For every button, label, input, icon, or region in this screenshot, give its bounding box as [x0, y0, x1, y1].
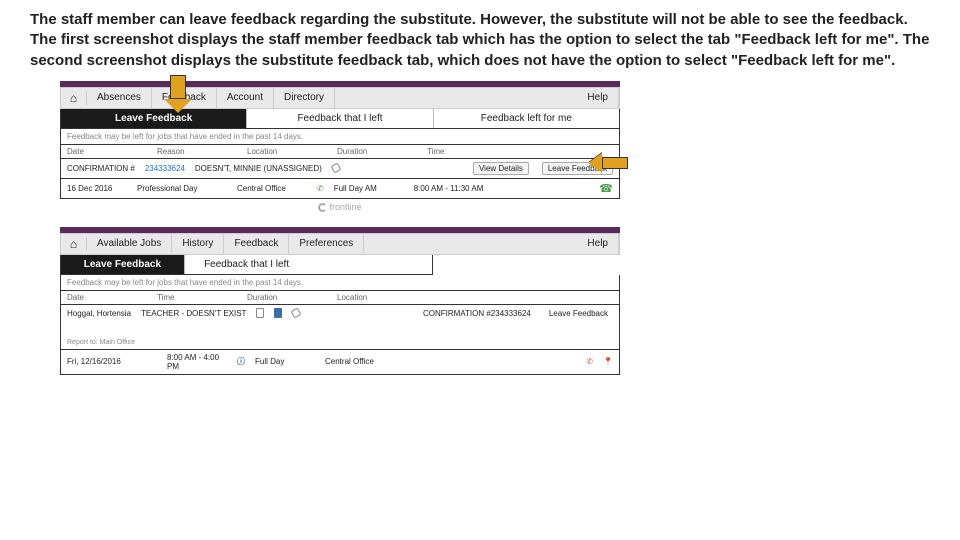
nav-preferences[interactable]: Preferences: [289, 233, 364, 255]
arrow-down-icon: [170, 75, 192, 113]
pin-icon[interactable]: 📍: [603, 357, 613, 366]
col-location: Location: [337, 293, 387, 302]
table-header: Date Time Duration Location: [60, 291, 620, 305]
col-date: Date: [67, 293, 117, 302]
table-row: CONFIRMATION # 234333624 DOESN'T, MINNIE…: [60, 159, 620, 179]
attachment-icon[interactable]: [330, 163, 341, 174]
note-icon[interactable]: [256, 308, 264, 318]
home-icon[interactable]: ⌂: [61, 91, 87, 105]
tab-feedback-i-left[interactable]: Feedback that I left: [185, 255, 309, 274]
col-location: Location: [247, 147, 297, 156]
top-nav: ⌂ Absences Feedback Account Directory He…: [60, 87, 620, 109]
tab-feedback-for-me[interactable]: Feedback left for me: [434, 109, 619, 128]
cell-duration: Full Day: [255, 357, 315, 366]
nav-feedback[interactable]: Feedback: [224, 233, 289, 255]
leave-feedback-button[interactable]: Leave Feedback: [544, 308, 613, 319]
feedback-tabs: Leave Feedback Feedback that I left: [60, 255, 433, 275]
substitute-name: DOESN'T, MINNIE (UNASSIGNED): [195, 164, 322, 173]
tab-leave-feedback[interactable]: Leave Feedback: [61, 109, 247, 128]
confirmation-number[interactable]: 234333624: [145, 164, 185, 173]
description-text: The staff member can leave feedback rega…: [30, 10, 930, 71]
footer-logo: frontline: [60, 199, 620, 215]
nav-absences[interactable]: Absences: [87, 87, 152, 109]
cell-duration: Full Day AM: [334, 184, 404, 193]
report-to: Report to: Main Office: [67, 339, 135, 346]
note-icon[interactable]: [274, 308, 282, 318]
table-row: 16 Dec 2016 Professional Day Central Off…: [60, 179, 620, 199]
screenshot-staff: ⌂ Absences Feedback Account Directory He…: [60, 81, 620, 215]
cell-location: Central Office: [237, 184, 307, 193]
cell-location: Central Office: [325, 357, 395, 366]
staff-name: Hoggal, Hortensia: [67, 309, 131, 318]
nav-history[interactable]: History: [172, 233, 224, 255]
cell-date: Fri, 12/16/2016: [67, 357, 157, 366]
nav-directory[interactable]: Directory: [274, 87, 335, 109]
cell-date: 16 Dec 2016: [67, 184, 127, 193]
cell-time: 8:00 AM - 4:00 PM: [167, 353, 227, 371]
col-reason: Reason: [157, 147, 207, 156]
screenshot-substitute: ⌂ Available Jobs History Feedback Prefer…: [60, 227, 620, 375]
top-nav: ⌂ Available Jobs History Feedback Prefer…: [60, 233, 620, 255]
confirmation-label: CONFIRMATION #: [67, 164, 135, 173]
table-row: Fri, 12/16/2016 8:00 AM - 4:00 PM ⓘ Full…: [60, 350, 620, 375]
nav-available-jobs[interactable]: Available Jobs: [87, 233, 172, 255]
col-time: Time: [157, 293, 207, 302]
tab-leave-feedback[interactable]: Leave Feedback: [61, 255, 185, 274]
col-time: Time: [427, 147, 477, 156]
feedback-note: Feedback may be left for jobs that have …: [60, 275, 620, 291]
nav-help[interactable]: Help: [577, 233, 619, 255]
attachment-icon[interactable]: [291, 308, 302, 319]
nav-help[interactable]: Help: [577, 87, 619, 109]
cell-reason: Professional Day: [137, 184, 227, 193]
feedback-note: Feedback may be left for jobs that have …: [60, 129, 620, 145]
feedback-tabs: Leave Feedback Feedback that I left Feed…: [60, 109, 620, 129]
view-details-button[interactable]: View Details: [473, 162, 529, 175]
status-icon: ☎: [599, 182, 613, 195]
phone-icon[interactable]: ✆: [586, 357, 593, 366]
col-duration: Duration: [337, 147, 387, 156]
tab-feedback-i-left[interactable]: Feedback that I left: [247, 109, 433, 128]
nav-account[interactable]: Account: [217, 87, 274, 109]
arrow-left-icon: [588, 153, 628, 173]
confirmation-number: CONFIRMATION #234333624: [423, 309, 531, 318]
home-icon[interactable]: ⌂: [61, 237, 87, 251]
col-duration: Duration: [247, 293, 297, 302]
phone-icon: ✆: [317, 184, 324, 193]
col-date: Date: [67, 147, 117, 156]
table-header: Date Reason Location Duration Time: [60, 145, 620, 159]
table-row: Hoggal, Hortensia TEACHER - DOESN'T EXIS…: [60, 305, 620, 350]
cell-time: 8:00 AM - 11:30 AM: [414, 184, 504, 193]
staff-role: TEACHER - DOESN'T EXIST: [141, 309, 246, 318]
info-icon[interactable]: ⓘ: [237, 356, 245, 367]
